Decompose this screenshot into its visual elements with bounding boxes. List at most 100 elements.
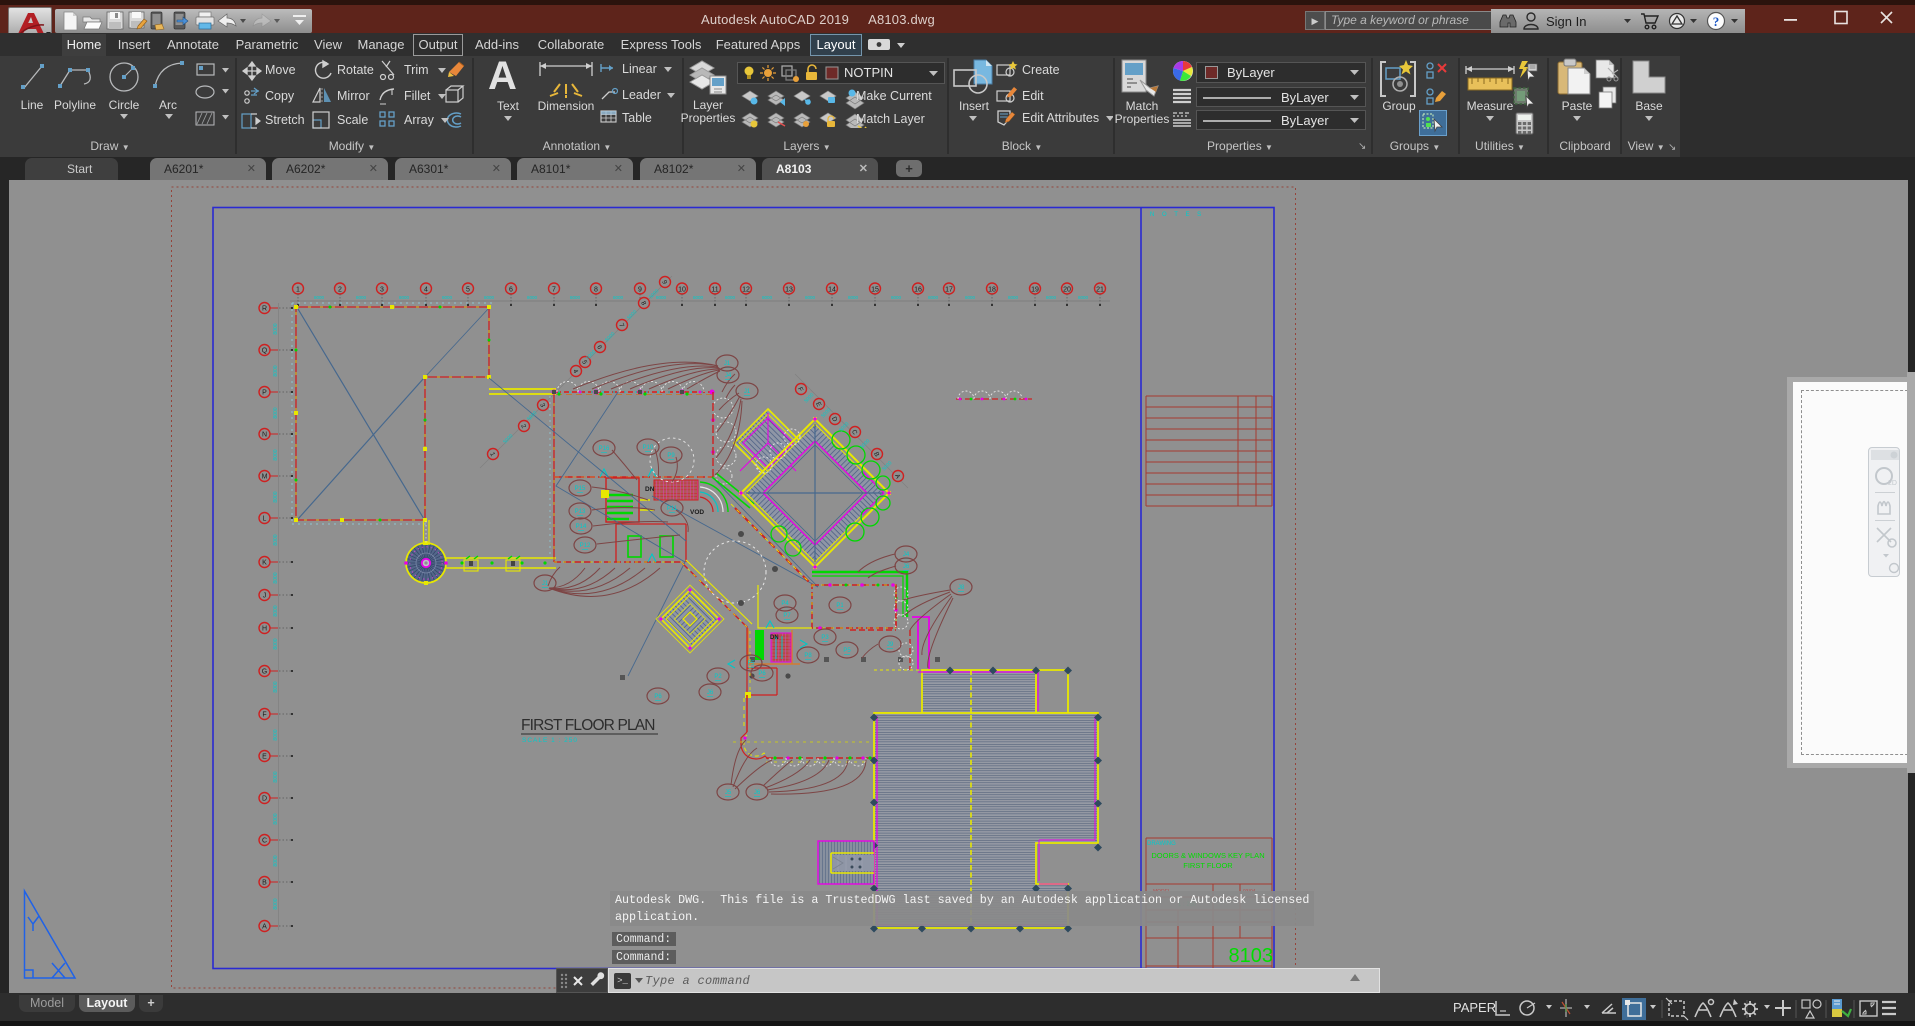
- svg-text:VOD: VOD: [690, 509, 704, 516]
- svg-text:N: N: [262, 432, 267, 439]
- svg-text:3: 3: [380, 287, 384, 294]
- svg-text:G: G: [262, 669, 267, 676]
- svg-text:FIRST FLOOR PLAN: FIRST FLOOR PLAN: [521, 717, 658, 734]
- svg-text:8000: 8000: [273, 534, 279, 545]
- svg-text:DOORS & WINDOWS KEY PLAN: DOORS & WINDOWS KEY PLAN: [1151, 851, 1264, 860]
- svg-text:C: C: [262, 838, 267, 845]
- svg-text:P15: P15: [575, 486, 586, 492]
- svg-text:2: 2: [338, 287, 342, 294]
- svg-text:F: F: [262, 712, 266, 719]
- svg-text:4: 4: [424, 287, 428, 294]
- svg-text:J9: J9: [887, 642, 894, 648]
- svg-text:P3: P3: [821, 635, 829, 641]
- svg-text:J4: J4: [903, 552, 910, 558]
- svg-text:1: 1: [296, 287, 300, 294]
- svg-text:8000: 8000: [725, 295, 736, 300]
- svg-text:P10: P10: [643, 445, 654, 451]
- svg-text:P6: P6: [654, 694, 662, 700]
- svg-text:19: 19: [1031, 287, 1039, 294]
- svg-text:8000: 8000: [399, 295, 410, 300]
- svg-text:DN: DN: [645, 486, 655, 493]
- svg-text:J1: J1: [542, 581, 549, 587]
- svg-text:?: ?: [1713, 14, 1720, 29]
- svg-text:Sign In: Sign In: [1546, 14, 1586, 29]
- svg-text:P6: P6: [758, 671, 766, 677]
- svg-text:8000: 8000: [527, 295, 538, 300]
- svg-text:10: 10: [678, 287, 686, 294]
- svg-text:P2: P2: [714, 674, 722, 680]
- svg-text:8000: 8000: [314, 295, 325, 300]
- svg-text:8000: 8000: [484, 295, 495, 300]
- svg-text:12: 12: [742, 287, 750, 294]
- svg-text:L: L: [263, 516, 267, 523]
- svg-text:P9: P9: [667, 453, 675, 459]
- svg-text:K: K: [262, 560, 267, 567]
- svg-text:6: 6: [509, 287, 513, 294]
- svg-text:P14: P14: [576, 524, 587, 530]
- svg-text:16: 16: [914, 287, 922, 294]
- svg-text:J5: J5: [725, 790, 732, 796]
- svg-text:8000: 8000: [442, 295, 453, 300]
- svg-text:8000: 8000: [356, 295, 367, 300]
- svg-text:J1: J1: [724, 361, 731, 367]
- svg-text:8000: 8000: [570, 295, 581, 300]
- svg-text:H: H: [262, 626, 267, 633]
- svg-text:8000: 8000: [273, 365, 279, 376]
- svg-text:8000: 8000: [928, 295, 939, 300]
- svg-text:8000: 8000: [273, 638, 279, 649]
- svg-text:FIRST FLOOR: FIRST FLOOR: [1183, 861, 1233, 870]
- svg-text:8000: 8000: [965, 295, 976, 300]
- svg-text:8000: 8000: [805, 295, 816, 300]
- svg-text:20: 20: [1063, 287, 1071, 294]
- svg-text:14: 14: [828, 287, 836, 294]
- svg-text:P16: P16: [599, 446, 610, 452]
- svg-text:SCALE 1 : 250: SCALE 1 : 250: [522, 737, 578, 744]
- svg-text:8000: 8000: [613, 295, 624, 300]
- svg-text:8000: 8000: [273, 855, 279, 866]
- svg-text:J1: J1: [744, 389, 751, 395]
- svg-text:J: J: [263, 593, 267, 600]
- svg-text:5000: 5000: [526, 410, 538, 422]
- svg-text:Q: Q: [262, 348, 268, 355]
- svg-text:8000: 8000: [656, 295, 667, 300]
- svg-text:17: 17: [945, 287, 953, 294]
- svg-text:J6: J6: [754, 790, 761, 796]
- svg-text:P11: P11: [667, 506, 678, 512]
- svg-text:5: 5: [466, 287, 470, 294]
- svg-text:8000: 8000: [1046, 295, 1057, 300]
- svg-text:8000: 8000: [273, 572, 279, 583]
- svg-text:P7: P7: [783, 613, 791, 619]
- svg-text:8000: 8000: [1078, 295, 1089, 300]
- svg-text:5000: 5000: [881, 460, 893, 472]
- svg-text:9: 9: [638, 287, 642, 294]
- svg-text:15: 15: [871, 287, 879, 294]
- svg-text:13: 13: [785, 287, 793, 294]
- svg-text:P13: P13: [575, 509, 586, 515]
- svg-text:8000: 8000: [273, 323, 279, 334]
- svg-text:P12: P12: [580, 543, 591, 549]
- svg-text:J8: J8: [958, 585, 965, 591]
- svg-text:8000: 8000: [848, 295, 859, 300]
- svg-text:5000: 5000: [859, 438, 871, 450]
- svg-text:A: A: [262, 924, 267, 931]
- svg-text:P5: P5: [843, 648, 851, 654]
- svg-text:M: M: [262, 474, 268, 481]
- svg-text:8000: 8000: [273, 771, 279, 782]
- svg-text:N O T E S: N O T E S: [1150, 212, 1204, 218]
- svg-text:P1: P1: [836, 603, 844, 609]
- svg-text:7: 7: [552, 287, 556, 294]
- svg-text:P8: P8: [804, 653, 812, 659]
- svg-text:8000: 8000: [273, 898, 279, 909]
- svg-text:8000: 8000: [273, 813, 279, 824]
- svg-text:P: P: [262, 390, 267, 397]
- svg-text:11: 11: [711, 287, 718, 294]
- svg-text:8000: 8000: [273, 681, 279, 692]
- svg-text:E: E: [262, 754, 267, 761]
- svg-text:8: 8: [594, 287, 598, 294]
- svg-text:8000: 8000: [273, 729, 279, 740]
- svg-text:8103: 8103: [1229, 945, 1274, 967]
- svg-text:J4: J4: [725, 373, 732, 379]
- svg-text:18: 18: [988, 287, 996, 294]
- svg-text:8000: 8000: [693, 295, 704, 300]
- svg-text:8000: 8000: [762, 295, 773, 300]
